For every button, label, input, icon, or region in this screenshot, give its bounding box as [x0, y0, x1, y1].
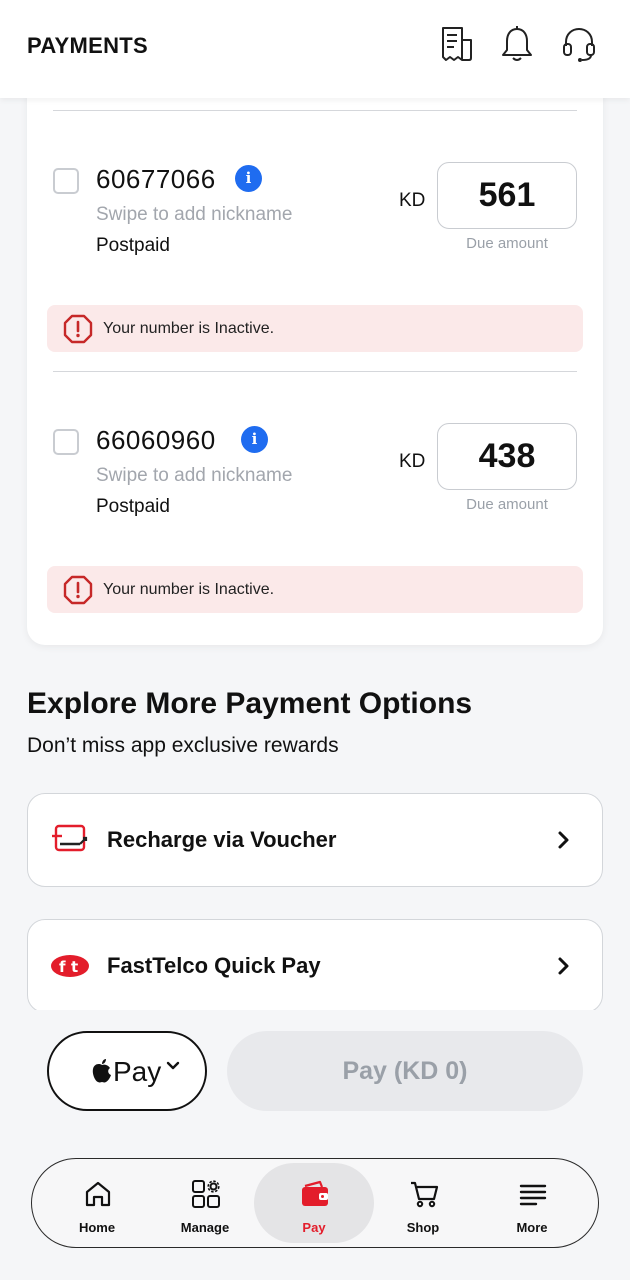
explore-title: Explore More Payment Options	[27, 687, 473, 720]
account-number: 66060960	[96, 425, 216, 455]
bell-icon[interactable]	[499, 24, 535, 64]
apple-pay-label: Pay	[113, 1056, 162, 1087]
info-icon[interactable]: i	[241, 426, 268, 453]
page-title: PAYMENTS	[27, 33, 148, 58]
apple-logo-icon	[92, 1059, 111, 1083]
bottom-nav: Home Manage Pay Shop More	[31, 1158, 599, 1248]
pay-bar: Pay Pay (KD 0) Home Manage Pay Shop More	[0, 1010, 630, 1280]
chevron-down-icon	[166, 1061, 180, 1070]
nickname-hint: Swipe to add nickname	[96, 465, 293, 486]
alert-text: Your number is Inactive.	[103, 581, 275, 598]
svg-text:f: f	[59, 958, 66, 976]
pay-button[interactable]: Pay (KD 0)	[227, 1031, 583, 1111]
cart-icon	[411, 1181, 439, 1208]
chevron-right-icon	[558, 831, 569, 849]
info-icon[interactable]: i	[235, 165, 262, 192]
due-amount-label: Due amount	[466, 496, 548, 513]
receipt-icon[interactable]	[438, 24, 474, 64]
due-amount-label: Due amount	[466, 235, 548, 252]
wallet-icon	[302, 1180, 328, 1206]
account-type: Postpaid	[96, 235, 170, 256]
amount-field[interactable]: 561	[437, 162, 577, 229]
divider	[53, 110, 577, 111]
nav-item-shop[interactable]: Shop	[363, 1163, 483, 1243]
recharge-voucher-option[interactable]: Recharge via Voucher	[27, 793, 603, 887]
headset-icon[interactable]	[561, 24, 597, 64]
apple-pay-selector[interactable]: Pay	[47, 1031, 207, 1111]
nav-label: Shop	[406, 1220, 440, 1235]
app-header: PAYMENTS	[0, 0, 630, 98]
warning-octagon-icon	[63, 314, 93, 344]
fasttelco-quick-pay-option[interactable]: f t FastTelco Quick Pay	[27, 919, 603, 1013]
nickname-hint: Swipe to add nickname	[96, 204, 293, 225]
alert-text: Your number is Inactive.	[103, 320, 275, 337]
option-label: FastTelco Quick Pay	[107, 953, 321, 978]
currency-label: KD	[399, 451, 426, 472]
select-checkbox[interactable]	[53, 168, 79, 194]
amount-field[interactable]: 438	[437, 423, 577, 490]
nav-label: Manage	[180, 1220, 230, 1235]
inactive-alert: Your number is Inactive.	[47, 566, 583, 613]
warning-octagon-icon	[63, 575, 93, 605]
menu-icon	[519, 1184, 547, 1206]
chevron-right-icon	[558, 957, 569, 975]
inactive-alert: Your number is Inactive.	[47, 305, 583, 352]
svg-text:t: t	[71, 958, 78, 976]
explore-subtitle: Don’t miss app exclusive rewards	[27, 734, 339, 757]
nav-label: More	[516, 1220, 548, 1235]
nav-item-more[interactable]: More	[472, 1163, 592, 1243]
nav-item-home[interactable]: Home	[37, 1163, 157, 1243]
fasttelco-logo-icon: f t	[51, 955, 89, 977]
currency-label: KD	[399, 190, 426, 211]
home-icon	[85, 1181, 111, 1207]
voucher-icon	[52, 824, 88, 852]
numbers-card: 60677066 i Swipe to add nickname Postpai…	[27, 80, 603, 645]
nav-label: Home	[78, 1220, 116, 1235]
select-checkbox[interactable]	[53, 429, 79, 455]
nav-item-pay[interactable]: Pay	[254, 1163, 374, 1243]
manage-icon	[192, 1180, 220, 1208]
option-label: Recharge via Voucher	[107, 827, 337, 852]
nav-item-manage[interactable]: Manage	[145, 1163, 265, 1243]
account-number: 60677066	[96, 164, 216, 194]
account-type: Postpaid	[96, 496, 170, 517]
divider	[53, 371, 577, 372]
nav-label: Pay	[302, 1220, 326, 1235]
